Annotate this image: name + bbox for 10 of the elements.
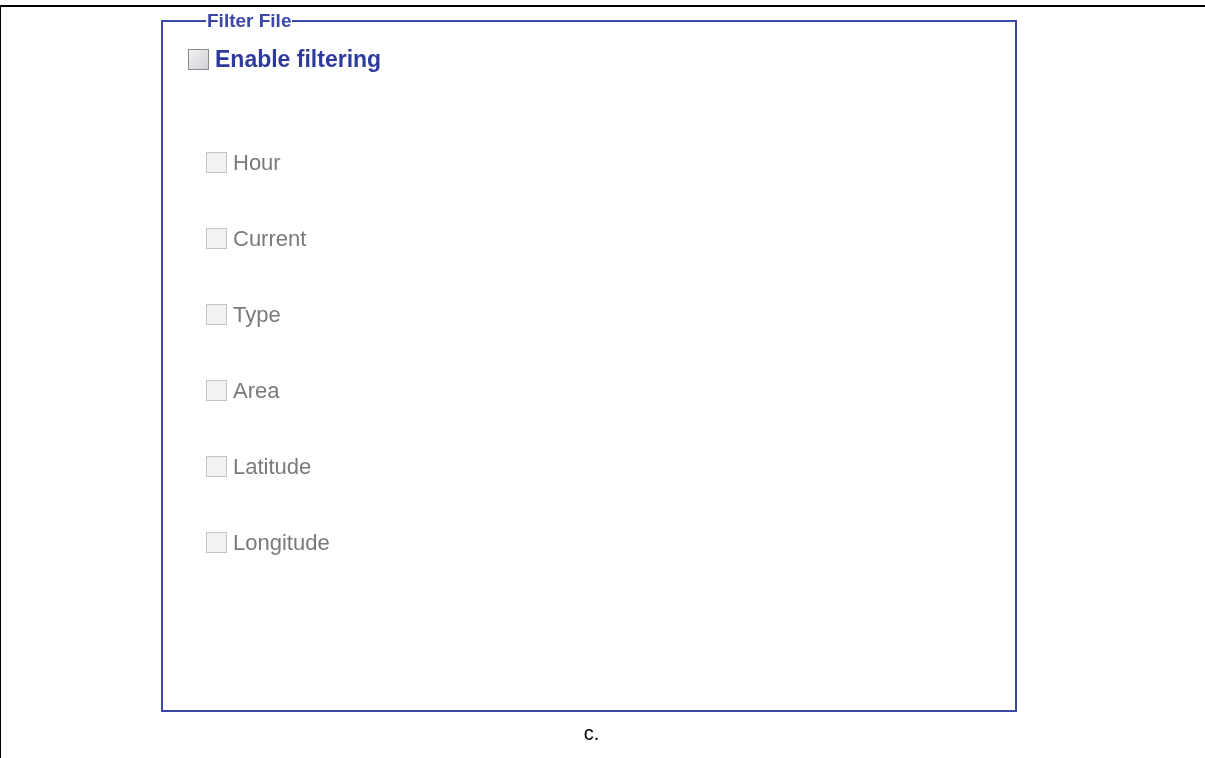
fieldset-legend: Filter File [206,10,293,32]
checkbox-label: Latitude [233,453,312,481]
checkbox-label: Enable filtering [215,45,382,74]
checkbox-label: Current [233,225,307,253]
checkbox[interactable] [188,48,209,70]
checkbox-label: Type [233,301,281,329]
checkbox-label: Hour [233,149,281,177]
figure-caption: c. [583,721,600,746]
checkbox-label: Area [233,377,280,405]
checkbox-label: Longitude [233,529,330,557]
